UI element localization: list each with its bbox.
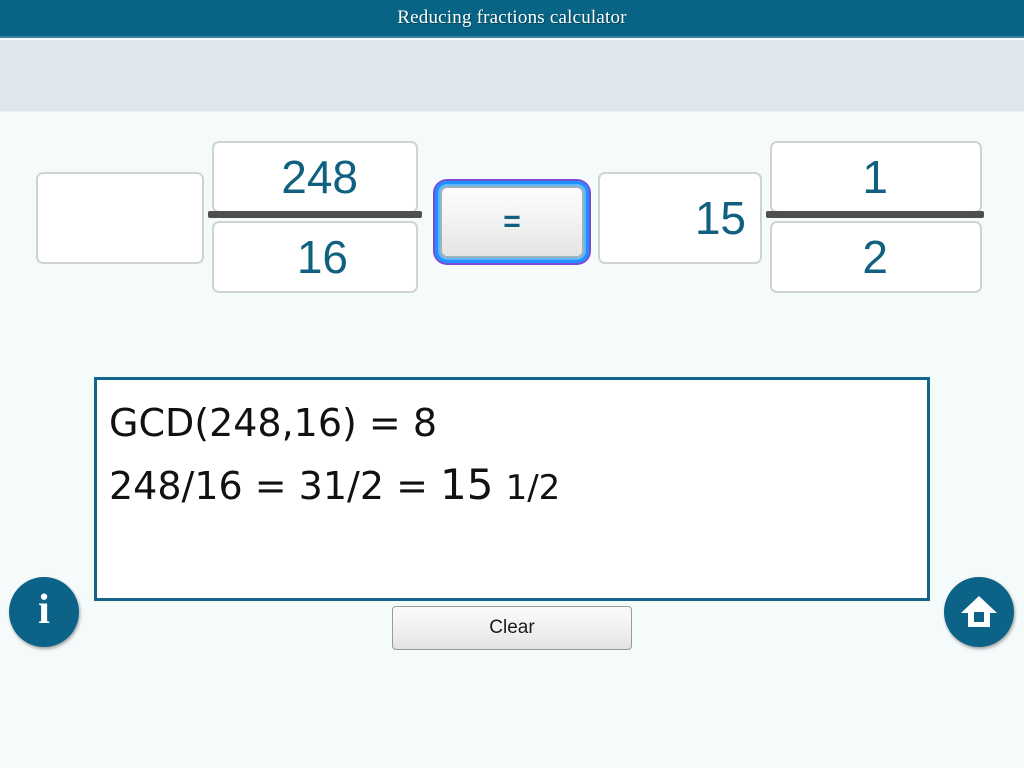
- right-denominator-output[interactable]: 2: [770, 221, 982, 293]
- home-icon: [961, 596, 997, 627]
- right-whole-number-output[interactable]: 15: [598, 172, 762, 264]
- result-mixed-whole: 15: [440, 460, 494, 509]
- right-numerator-output[interactable]: 1: [770, 141, 982, 213]
- result-line-reduction: 248/16 = 31/2 = 15 1/2: [109, 454, 927, 519]
- title-bar: Reducing fractions calculator: [0, 0, 1024, 38]
- info-icon: i: [38, 587, 50, 633]
- toolbar-band: [0, 40, 1024, 112]
- result-panel: GCD(248,16) = 8 248/16 = 31/2 = 15 1/2: [94, 377, 930, 601]
- result-mixed-space: [493, 464, 505, 508]
- result-reduction-prefix: 248/16 = 31/2 =: [109, 464, 441, 508]
- left-numerator-input[interactable]: 248: [212, 141, 418, 213]
- result-line-gcd: GCD(248,16) = 8: [109, 401, 438, 445]
- page-title: Reducing fractions calculator: [397, 7, 627, 28]
- clear-button[interactable]: Clear: [392, 606, 632, 650]
- left-fraction-bar: [208, 211, 422, 218]
- result-mixed-fraction: 1/2: [505, 468, 561, 508]
- info-button[interactable]: i: [9, 577, 79, 647]
- equals-button[interactable]: =: [435, 181, 589, 263]
- home-button[interactable]: [944, 577, 1014, 647]
- left-denominator-input[interactable]: 16: [212, 221, 418, 293]
- left-whole-number-input[interactable]: [36, 172, 204, 264]
- right-fraction-bar: [766, 211, 984, 218]
